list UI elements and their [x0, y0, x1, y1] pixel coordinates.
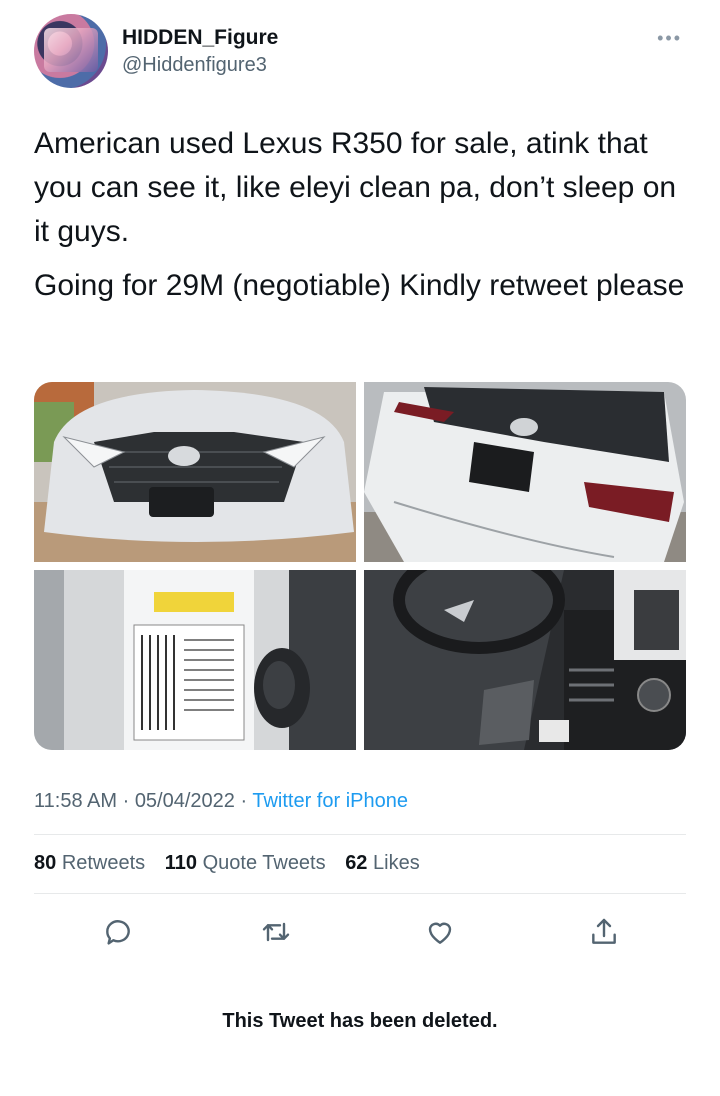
meta-separator: ·: [234, 790, 253, 812]
tweet-header: HIDDEN_Figure @Hiddenfigure3 •••: [34, 14, 686, 90]
profile-avatar[interactable]: [34, 14, 108, 88]
user-handle[interactable]: @Hiddenfigure3: [122, 54, 267, 77]
tweet-paragraph: Going for 29M (negotiable) Kindly retwee…: [34, 269, 685, 302]
interior-dashboard-photo[interactable]: [364, 570, 686, 750]
source-link[interactable]: Twitter for iPhone: [252, 790, 408, 812]
divider: [34, 893, 686, 894]
meta-separator: ·: [117, 790, 135, 812]
deleted-notice: This Tweet has been deleted.: [222, 1010, 498, 1032]
retweets-stat[interactable]: 80 Retweets: [34, 852, 145, 874]
divider: [34, 834, 686, 835]
more-dots-icon[interactable]: •••: [657, 28, 682, 49]
display-name[interactable]: HIDDEN_Figure: [122, 26, 278, 50]
quote-tweets-stat[interactable]: 110 Quote Tweets: [165, 852, 326, 874]
door-sticker-photo[interactable]: [34, 570, 356, 750]
tweet-stats: 80 Retweets 110 Quote Tweets 62 Likes: [34, 852, 434, 875]
retweet-icon[interactable]: [256, 912, 296, 952]
likes-stat[interactable]: 62 Likes: [345, 852, 420, 874]
tweet-text: American used Lexus R350 for sale, atink…: [34, 122, 686, 308]
media-grid: [34, 382, 686, 750]
tweet-meta: 11:58 AM · 05/04/2022 · Twitter for iPho…: [34, 790, 408, 813]
share-icon[interactable]: [584, 912, 624, 952]
like-icon[interactable]: [420, 912, 460, 952]
front-of-car-photo[interactable]: [34, 382, 356, 562]
rear-of-car-photo[interactable]: [364, 382, 686, 562]
reply-icon[interactable]: [98, 912, 138, 952]
action-bar: [34, 908, 686, 952]
tweet-paragraph: American used Lexus R350 for sale, atink…: [34, 127, 677, 248]
tweet-time: 11:58 AM: [34, 790, 118, 812]
tweet-date: 05/04/2022: [134, 790, 235, 812]
